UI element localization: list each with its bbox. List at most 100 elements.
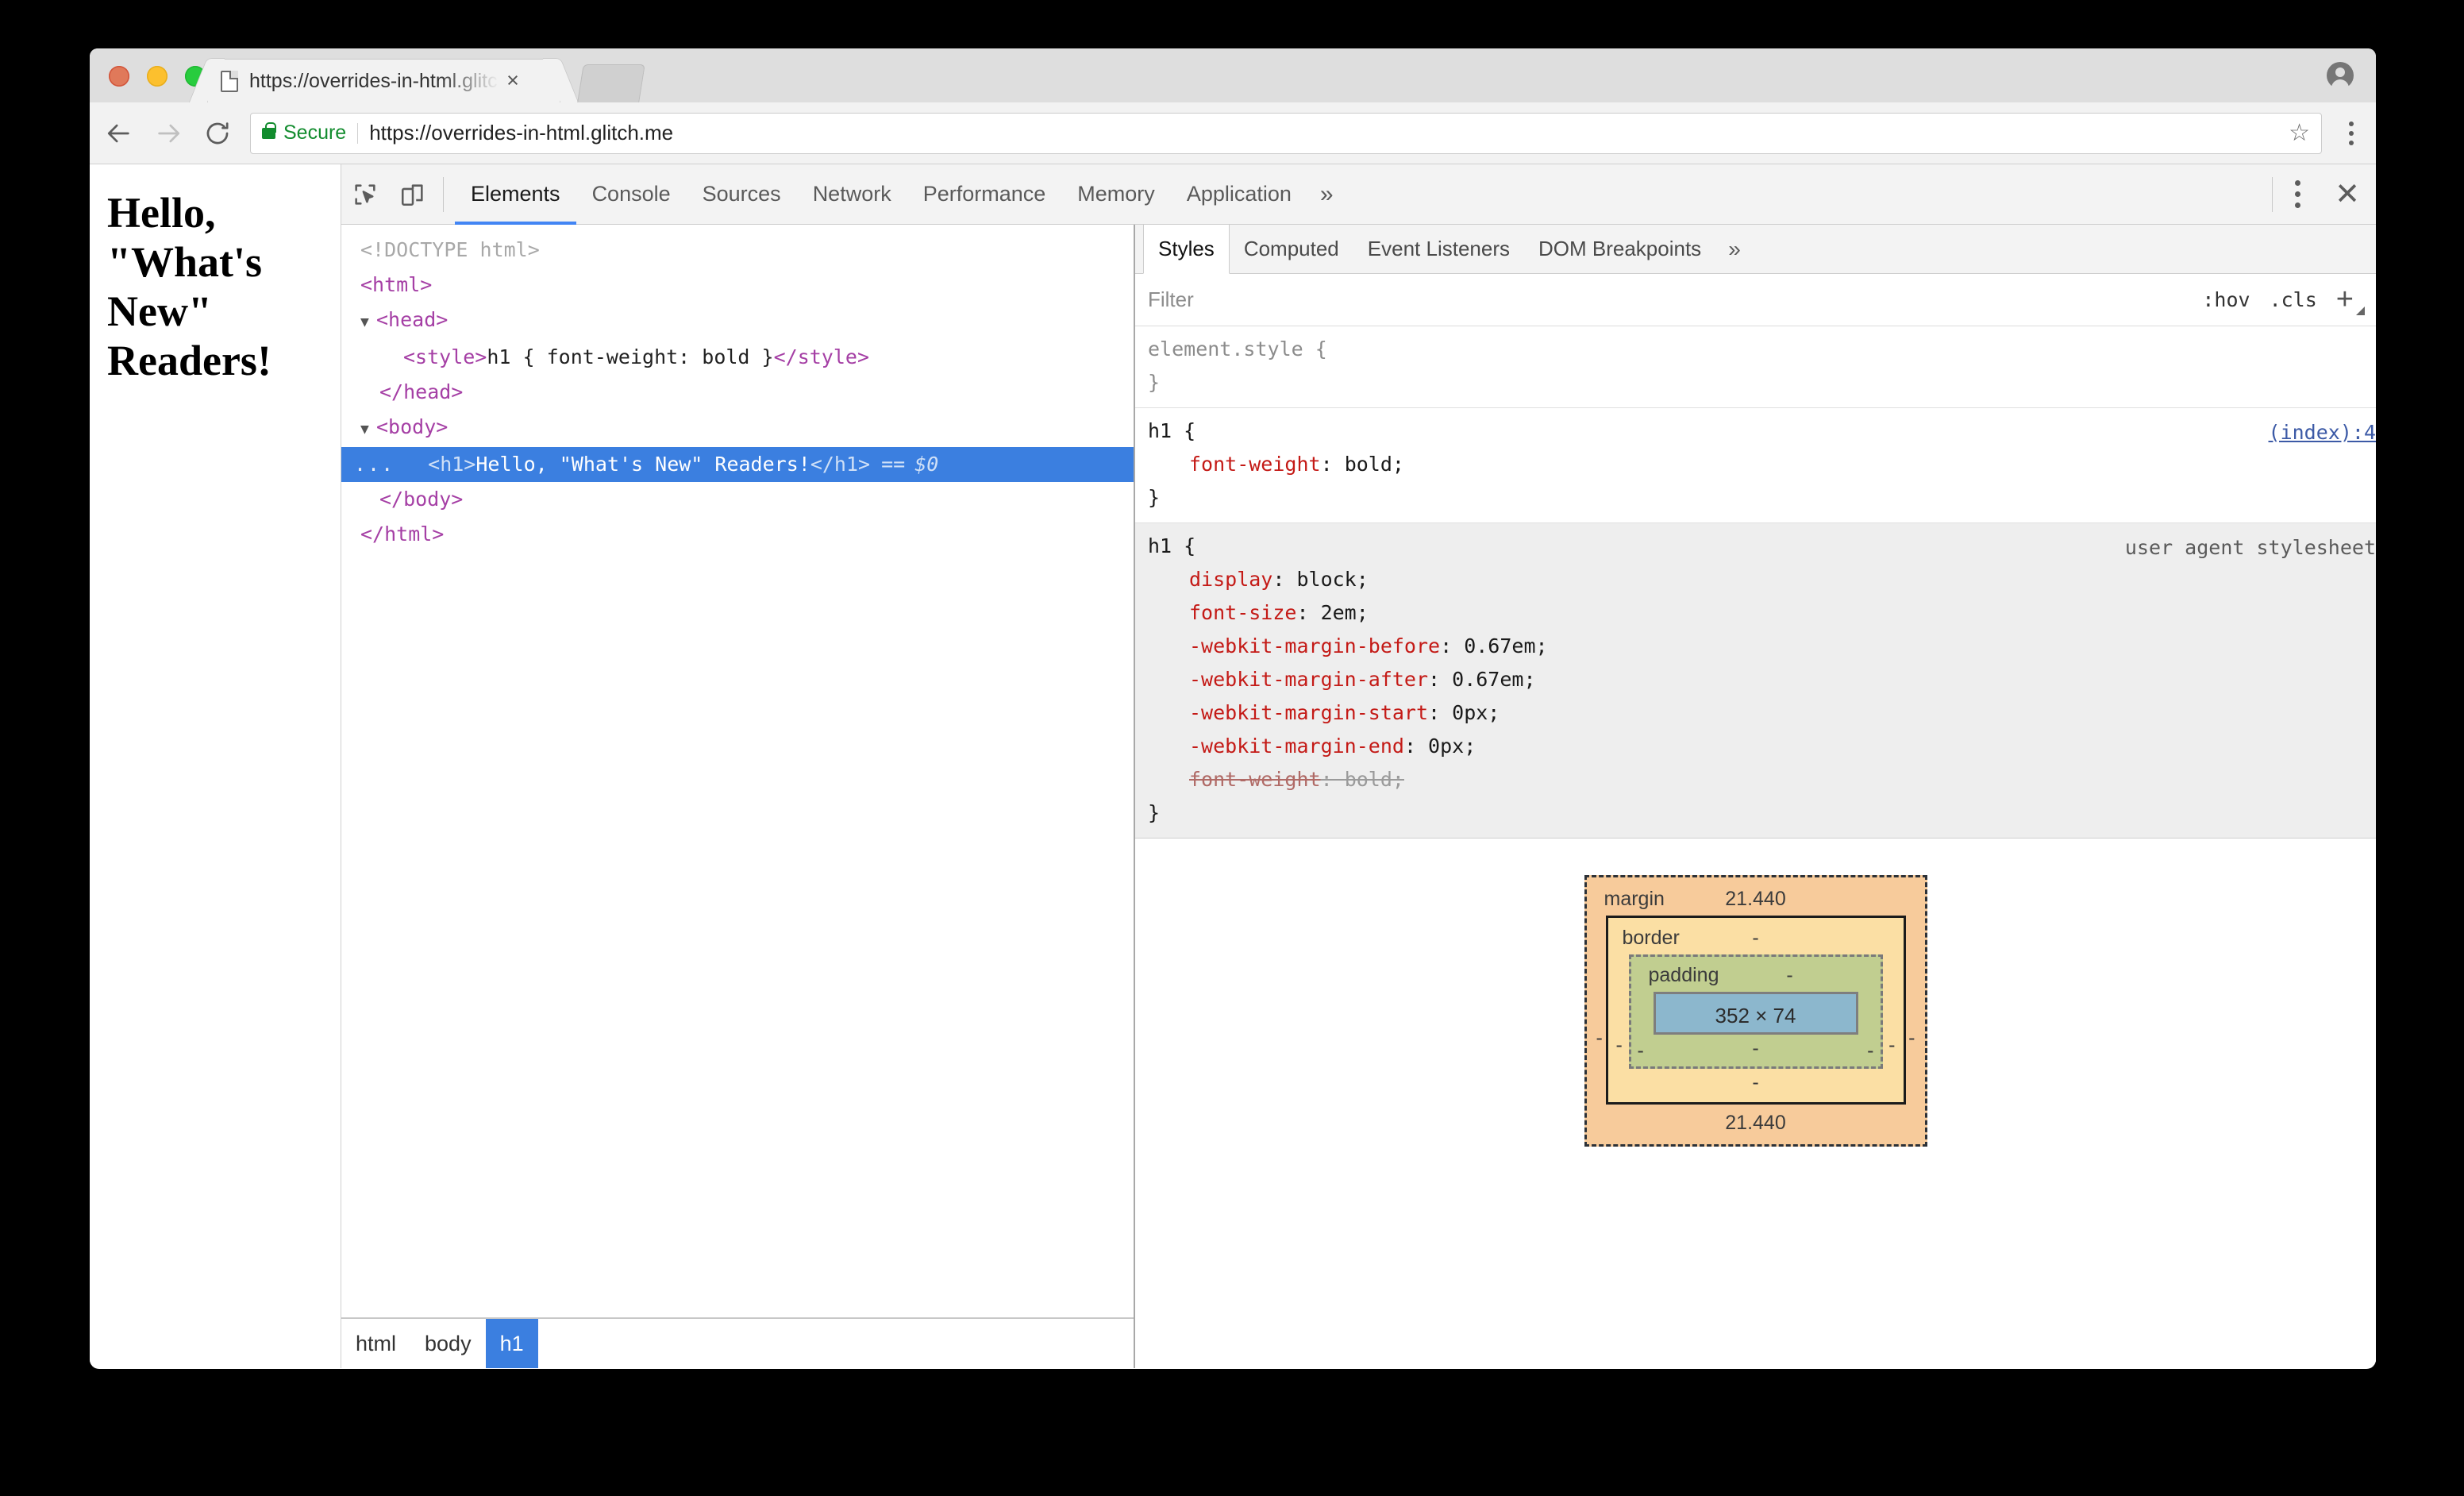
tab-elements[interactable]: Elements xyxy=(455,164,576,225)
border-bottom-value[interactable]: - xyxy=(1752,1071,1758,1093)
more-tabs-icon[interactable]: » xyxy=(1307,181,1346,208)
margin-bottom-value[interactable]: 21.440 xyxy=(1725,1112,1785,1134)
toggle-pseudo-classes-button[interactable]: :hov xyxy=(2202,288,2250,311)
declaration-webkit-margin-end[interactable]: -webkit-margin-end: 0px; xyxy=(1148,730,2376,763)
margin-bottom-row: 21.440 xyxy=(1587,1109,1925,1136)
border-right-value[interactable]: - xyxy=(1888,1034,1895,1057)
expand-triangle-icon[interactable]: ▼ xyxy=(360,305,376,340)
tab-styles[interactable]: Styles xyxy=(1143,225,1230,274)
dom-line-head-open[interactable]: ▼ <head> xyxy=(341,303,1134,340)
styles-tab-bar: Styles Computed Event Listeners DOM Brea… xyxy=(1135,225,2376,274)
forward-arrow-icon xyxy=(148,114,188,153)
declaration-font-weight[interactable]: font-weight: bold; xyxy=(1148,448,2376,481)
css-rule-h1-author[interactable]: (index):4 h1 { font-weight: bold; } xyxy=(1135,408,2376,523)
tab-computed[interactable]: Computed xyxy=(1230,225,1353,273)
property-name: -webkit-margin-after xyxy=(1189,668,1429,691)
tab-memory[interactable]: Memory xyxy=(1061,164,1171,225)
breadcrumb-item-h1[interactable]: h1 xyxy=(485,1319,538,1368)
more-tabs-icon[interactable]: » xyxy=(1715,225,1754,273)
inspect-element-icon[interactable] xyxy=(341,171,389,218)
padding-label: padding xyxy=(1648,964,1719,986)
closing-brace: } xyxy=(1148,801,1161,824)
devtools-toolbar: Elements Console Sources Network Perform… xyxy=(341,164,2376,225)
close-icon[interactable]: × xyxy=(501,68,525,93)
new-tab-button[interactable] xyxy=(577,64,645,102)
stylesheet-origin-link[interactable]: (index):4 xyxy=(2269,416,2376,449)
selector-line[interactable]: h1 { xyxy=(1148,414,2376,448)
window-controls xyxy=(109,66,206,87)
device-toolbar-icon[interactable] xyxy=(389,171,437,218)
property-value: 0px xyxy=(1452,701,1488,724)
tab-performance[interactable]: Performance xyxy=(907,164,1062,225)
box-model-margin[interactable]: margin 21.440 - - border - - - padding -… xyxy=(1584,875,1927,1147)
selector-line[interactable]: element.style { xyxy=(1148,333,2376,366)
dom-line-body-close[interactable]: </body> xyxy=(341,482,1134,517)
box-model-padding[interactable]: padding - - - 352 × 74 - xyxy=(1628,954,1883,1069)
expand-triangle-icon[interactable]: ▼ xyxy=(360,412,376,447)
declaration-font-weight-overridden[interactable]: font-weight: bold; xyxy=(1148,763,2376,796)
dom-line-doctype[interactable]: <!DOCTYPE html> xyxy=(341,233,1134,268)
property-name[interactable]: font-weight xyxy=(1148,448,1321,481)
property-value[interactable]: bold xyxy=(1345,453,1392,476)
toggle-class-button[interactable]: .cls xyxy=(2270,288,2317,311)
close-window-button[interactable] xyxy=(109,66,129,87)
dom-tree[interactable]: <!DOCTYPE html> <html> ▼ <head> <style>h1… xyxy=(341,225,1134,1317)
back-arrow-icon[interactable] xyxy=(99,114,139,153)
breadcrumb-item-body[interactable]: body xyxy=(410,1319,486,1368)
tag-open-text: <style> xyxy=(403,345,487,368)
star-icon[interactable]: ☆ xyxy=(2289,121,2310,145)
breadcrumb: html body h1 xyxy=(341,1317,1134,1368)
css-rule-element-style[interactable]: element.style { } xyxy=(1135,326,2376,408)
address-bar[interactable]: Secure https://overrides-in-html.glitch.… xyxy=(250,112,2322,154)
dom-line-html-close[interactable]: </html> xyxy=(341,517,1134,552)
tab-dom-breakpoints[interactable]: DOM Breakpoints xyxy=(1524,225,1715,273)
padding-right-value[interactable]: - xyxy=(1867,1039,1873,1062)
css-rules-list: element.style { } (index):4 h1 { font-we xyxy=(1135,326,2376,839)
padding-top-value[interactable]: - xyxy=(1786,964,1792,986)
dom-line-body-open[interactable]: ▼ <body> xyxy=(341,410,1134,447)
border-left-value[interactable]: - xyxy=(1616,1034,1623,1057)
tab-event-listeners[interactable]: Event Listeners xyxy=(1353,225,1524,273)
dom-line-html-open[interactable]: <html> xyxy=(341,268,1134,303)
tab-network[interactable]: Network xyxy=(797,164,907,225)
tab-console[interactable]: Console xyxy=(576,164,687,225)
declaration-webkit-margin-start[interactable]: -webkit-margin-start: 0px; xyxy=(1148,696,2376,730)
minimize-window-button[interactable] xyxy=(147,66,167,87)
tag-text: </head> xyxy=(379,380,464,403)
dom-line-h1-selected[interactable]: ... <h1>Hello, "What's New" Readers!</h1>… xyxy=(341,447,1134,482)
breadcrumb-item-html[interactable]: html xyxy=(341,1319,410,1368)
devtools-menu-icon[interactable] xyxy=(2276,180,2319,208)
box-model-border[interactable]: border - - - padding - - - 352 × 74 - - xyxy=(1605,916,1906,1105)
browser-menu-icon[interactable] xyxy=(2333,121,2370,145)
declaration-webkit-margin-after[interactable]: -webkit-margin-after: 0.67em; xyxy=(1148,663,2376,696)
reload-icon[interactable] xyxy=(198,114,237,153)
page-viewport: Hello, "What's New" Readers! xyxy=(90,164,341,1368)
content-area: Hello, "What's New" Readers! Elements Co… xyxy=(90,164,2376,1368)
border-top-value[interactable]: - xyxy=(1752,927,1758,949)
declaration-font-size[interactable]: font-size: 2em; xyxy=(1148,596,2376,630)
profile-avatar-icon[interactable] xyxy=(2327,62,2354,91)
declaration-display[interactable]: display: block; xyxy=(1148,563,2376,596)
selector-text: h1 xyxy=(1148,534,1172,557)
margin-right-value[interactable]: - xyxy=(1908,1027,1915,1050)
margin-top-value[interactable]: 21.440 xyxy=(1725,888,1785,910)
tab-title: https://overrides-in-html.glitch xyxy=(249,69,499,92)
box-model-content[interactable]: 352 × 74 xyxy=(1653,992,1858,1035)
close-devtools-icon[interactable]: ✕ xyxy=(2319,179,2376,210)
property-value: 0px xyxy=(1428,735,1465,758)
tab-application[interactable]: Application xyxy=(1171,164,1307,225)
tab-sources[interactable]: Sources xyxy=(687,164,797,225)
declaration-webkit-margin-before[interactable]: -webkit-margin-before: 0.67em; xyxy=(1148,630,2376,663)
dom-line-style[interactable]: <style>h1 { font-weight: bold }</style> xyxy=(341,340,1134,375)
equals-text: == xyxy=(881,453,906,476)
collapsed-children-ellipsis[interactable]: ... xyxy=(341,453,395,476)
browser-tab-active[interactable]: https://overrides-in-html.glitch × xyxy=(207,59,560,102)
margin-left-value[interactable]: - xyxy=(1596,1027,1603,1050)
padding-left-value[interactable]: - xyxy=(1638,1039,1644,1062)
filter-input[interactable]: Filter xyxy=(1148,287,1194,312)
padding-bottom-value[interactable]: - xyxy=(1752,1037,1758,1059)
dom-line-head-close[interactable]: </head> xyxy=(341,375,1134,410)
new-style-rule-button[interactable]: + xyxy=(2336,284,2366,316)
border-top-row: border - xyxy=(1608,924,1904,951)
css-rule-h1-user-agent[interactable]: user agent stylesheet h1 { display: bloc… xyxy=(1135,523,2376,839)
